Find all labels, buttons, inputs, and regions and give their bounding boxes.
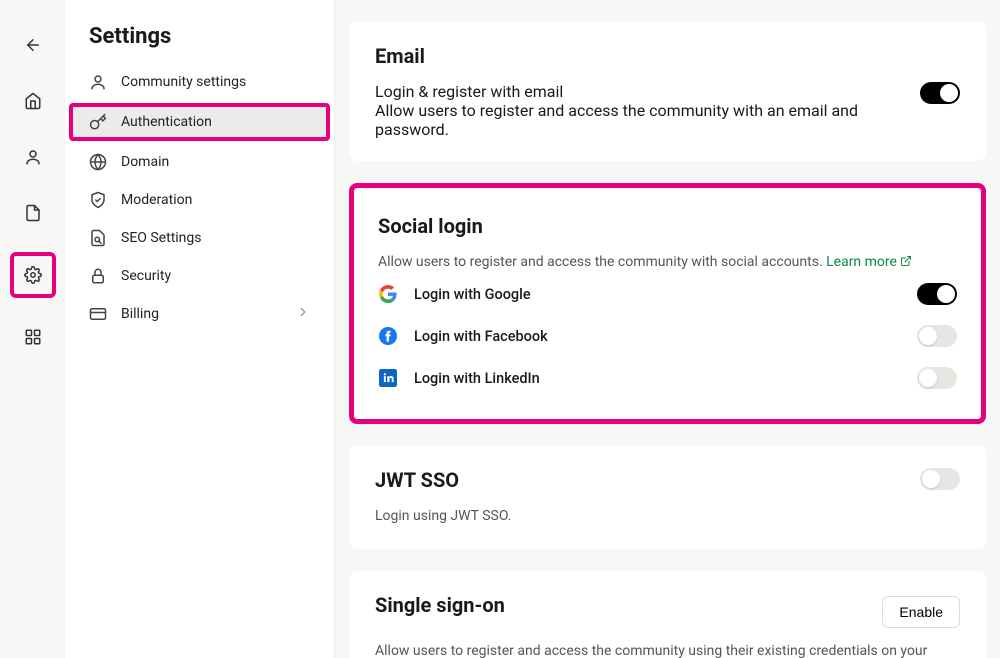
sidebar-item-label: Moderation [121,192,192,208]
jwt-desc: Login using JWT SSO. [375,506,511,527]
card-heading: Single sign-on [375,593,505,617]
sso-desc: Allow users to register and access the c… [375,641,960,658]
email-card: Email Login & register with email Allow … [349,22,986,161]
seo-icon [89,229,107,247]
lock-icon [89,267,107,285]
sidebar-item-community-settings[interactable]: Community settings [73,63,326,101]
sidebar-item-label: Community settings [121,74,246,90]
sidebar-item-label: SEO Settings [121,230,202,246]
person-icon [89,73,107,91]
sidebar-item-billing[interactable]: Billing [73,295,326,333]
key-icon [89,113,107,131]
provider-label: Login with Google [414,286,531,303]
facebook-icon [378,326,398,346]
provider-label: Login with LinkedIn [414,370,540,387]
email-login-desc: Allow users to register and access the c… [375,101,920,139]
sidebar-item-domain[interactable]: Domain [73,143,326,181]
social-login-card: Social login Allow users to register and… [349,183,986,424]
toggle-google[interactable] [917,283,957,305]
sidebar-item-authentication[interactable]: Authentication [69,103,330,141]
main-content: Email Login & register with email Allow … [335,0,1000,658]
sidebar-item-label: Billing [121,306,159,322]
chevron-right-icon [296,305,310,323]
home-icon[interactable] [16,84,50,118]
toggle-facebook[interactable] [917,325,957,347]
sidebar-title: Settings [65,24,334,63]
sso-card: Single sign-on Enable Allow users to reg… [349,571,986,658]
settings-sidebar: Settings Community settings Authenticati… [65,0,335,658]
toggle-linkedin[interactable] [917,367,957,389]
shield-icon [89,191,107,209]
nav-rail [0,0,65,658]
card-heading: Email [375,44,960,68]
learn-more-link[interactable]: Learn more [826,254,912,270]
sidebar-item-moderation[interactable]: Moderation [73,181,326,219]
toggle-jwt-sso[interactable] [920,468,960,490]
sidebar-item-seo-settings[interactable]: SEO Settings [73,219,326,257]
user-icon[interactable] [16,140,50,174]
google-icon [378,284,398,304]
enable-sso-button[interactable]: Enable [882,596,960,628]
social-login-desc: Allow users to register and access the c… [378,252,957,273]
sidebar-item-security[interactable]: Security [73,257,326,295]
back-icon[interactable] [16,28,50,62]
apps-icon[interactable] [16,320,50,354]
toggle-email-login[interactable] [920,82,960,104]
jwt-sso-card: JWT SSO Login using JWT SSO. [349,446,986,549]
credit-card-icon [89,305,107,323]
email-login-label: Login & register with email [375,82,920,101]
linkedin-icon [378,368,398,388]
provider-label: Login with Facebook [414,328,548,345]
sidebar-item-label: Domain [121,154,169,170]
sidebar-item-label: Security [121,268,171,284]
globe-icon [89,153,107,171]
card-heading: JWT SSO [375,468,511,492]
sidebar-item-label: Authentication [121,114,212,130]
card-heading: Social login [378,214,957,238]
settings-icon[interactable] [10,252,56,298]
document-icon[interactable] [16,196,50,230]
